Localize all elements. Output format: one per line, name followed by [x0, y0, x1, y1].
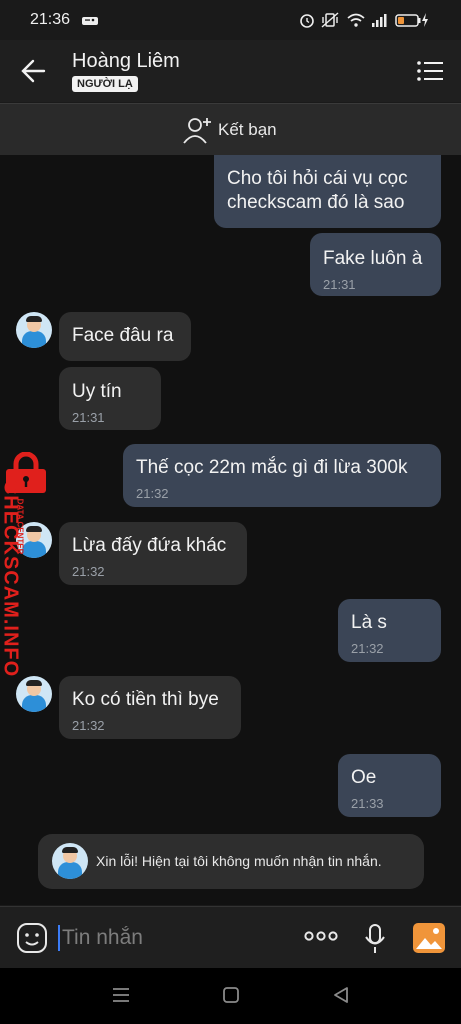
system-nav-bar: [0, 968, 461, 1024]
stranger-badge: NGƯỜI LẠ: [72, 76, 138, 92]
watermark-brand: CHECKSCAM.INFO: [0, 479, 22, 678]
contact-avatar[interactable]: [16, 312, 52, 348]
message-bubble-outgoing[interactable]: Là s 21:32: [338, 599, 441, 662]
wifi-icon: [347, 13, 365, 27]
recent-apps-icon[interactable]: [112, 986, 130, 1004]
contact-name: Hoàng Liêm: [72, 50, 180, 72]
message-text: Uy tín: [72, 381, 122, 402]
back-nav-icon[interactable]: [332, 986, 350, 1004]
message-time: 21:31: [72, 410, 105, 425]
more-icon[interactable]: [303, 929, 339, 943]
message-text: Là s: [351, 612, 387, 633]
notice-banner: Xin lỗi! Hiện tại tôi không muốn nhận ti…: [38, 834, 424, 889]
gallery-icon[interactable]: [412, 922, 446, 954]
message-text: Fake luôn à: [323, 248, 423, 269]
message-text: Oe: [351, 767, 377, 788]
message-text: Cho tôi hỏi cái vụ cọc checkscam đó là s…: [227, 168, 408, 213]
add-friend-button[interactable]: Kết bạn: [0, 103, 461, 156]
add-friend-label: Kết bạn: [218, 120, 277, 139]
message-bubble-outgoing[interactable]: Oe 21:33: [338, 754, 441, 817]
message-text: Face đâu ra: [72, 325, 174, 346]
text-cursor: [58, 925, 60, 951]
add-person-icon: [183, 118, 211, 144]
checkscam-watermark: DATA CENTER CHECKSCAM.INFO: [0, 452, 50, 682]
message-time: 21:32: [72, 718, 105, 733]
status-bar: 21:36: [0, 0, 461, 40]
back-arrow-icon[interactable]: [20, 58, 50, 84]
message-text: Ko có tiền thì bye: [72, 689, 219, 710]
message-input[interactable]: [62, 923, 282, 953]
home-icon[interactable]: [222, 986, 240, 1004]
message-time: 21:32: [72, 564, 105, 579]
notice-text: Xin lỗi! Hiện tại tôi không muốn nhận ti…: [96, 853, 382, 869]
alarm-icon: [300, 14, 314, 28]
message-text: Lừa đấy đứa khác: [72, 535, 227, 556]
message-bubble-incoming[interactable]: Ko có tiền thì bye 21:32: [59, 676, 241, 739]
menu-list-icon[interactable]: [416, 60, 444, 82]
signal-icon: [372, 14, 387, 27]
battery-icon: [395, 13, 428, 27]
message-text: Thế cọc 22m mắc gì đi lừa 300k: [136, 457, 408, 478]
message-time: 21:32: [136, 486, 169, 501]
message-time: 21:33: [351, 796, 384, 811]
contact-avatar: [52, 843, 88, 879]
message-bubble-incoming[interactable]: Lừa đấy đứa khác 21:32: [59, 522, 247, 585]
status-time: 21:36: [30, 11, 71, 28]
message-time: 21:31: [323, 277, 356, 292]
message-list[interactable]: Cho tôi hỏi cái vụ cọc checkscam đó là s…: [0, 155, 461, 905]
message-bubble-incoming[interactable]: Uy tín 21:31: [59, 367, 161, 430]
sticker-icon[interactable]: [16, 922, 48, 954]
message-bubble-outgoing[interactable]: Fake luôn à 21:31: [310, 233, 441, 296]
message-time: 21:32: [351, 641, 384, 656]
message-bubble-outgoing[interactable]: Cho tôi hỏi cái vụ cọc checkscam đó là s…: [214, 155, 441, 228]
composer-bar: [0, 906, 461, 969]
message-bubble-incoming[interactable]: Face đâu ra: [59, 312, 191, 361]
microphone-icon[interactable]: [364, 923, 386, 955]
game-icon: [82, 17, 98, 25]
vibrate-icon: [321, 12, 339, 28]
message-bubble-outgoing[interactable]: Thế cọc 22m mắc gì đi lừa 300k 21:32: [123, 444, 441, 507]
chat-header: Hoàng Liêm NGƯỜI LẠ: [0, 40, 461, 102]
